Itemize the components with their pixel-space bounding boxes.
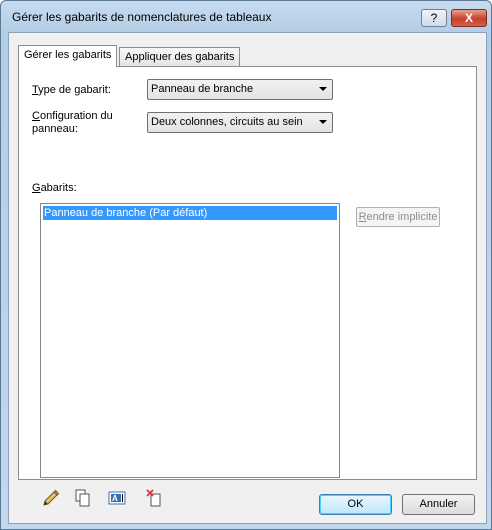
panel-config-value: Deux colonnes, circuits au sein	[151, 116, 303, 128]
tab-manage-templates-label: Gérer les gabarits	[24, 49, 112, 61]
help-button[interactable]: ?	[421, 9, 447, 27]
pencil-edit-icon[interactable]	[41, 489, 61, 507]
panel-config-combo[interactable]: Deux colonnes, circuits au sein	[147, 112, 333, 133]
delete-icon[interactable]	[145, 489, 165, 507]
title-bar: Gérer les gabarits de nomenclatures de t…	[1, 1, 491, 33]
templates-list[interactable]: Panneau de branche (Par défaut)	[40, 203, 340, 478]
panel-config-label: Configuration du panneau:	[32, 110, 113, 135]
dialog-window: Gérer les gabarits de nomenclatures de t…	[0, 0, 492, 530]
make-default-button: Rendre implicite	[356, 207, 440, 227]
chevron-down-icon	[319, 120, 327, 124]
template-type-value: Panneau de branche	[151, 83, 254, 95]
duplicate-icon[interactable]	[73, 489, 93, 507]
template-type-label: Type de gabarit:	[32, 84, 111, 96]
templates-label: Gabarits:	[32, 182, 77, 194]
template-type-combo[interactable]: Panneau de branche	[147, 79, 333, 100]
cancel-button[interactable]: Annuler	[402, 494, 475, 515]
window-title: Gérer les gabarits de nomenclatures de t…	[12, 10, 272, 24]
list-item[interactable]: Panneau de branche (Par défaut)	[43, 206, 337, 220]
svg-text:A: A	[112, 494, 118, 503]
tab-apply-templates-label: Appliquer des gabarits	[125, 51, 235, 63]
close-button[interactable]: X	[451, 9, 487, 27]
chevron-down-icon	[319, 87, 327, 91]
ok-button[interactable]: OK	[319, 494, 392, 515]
tab-panel-manage: Type de gabarit: Panneau de branche Conf…	[18, 66, 477, 507]
tab-apply-templates[interactable]: Appliquer des gabarits	[119, 47, 241, 67]
rename-icon[interactable]: A	[107, 489, 127, 507]
tab-manage-templates[interactable]: Gérer les gabarits	[18, 45, 118, 67]
dialog-client-area: Gérer les gabarits Appliquer des gabarit…	[8, 32, 487, 524]
